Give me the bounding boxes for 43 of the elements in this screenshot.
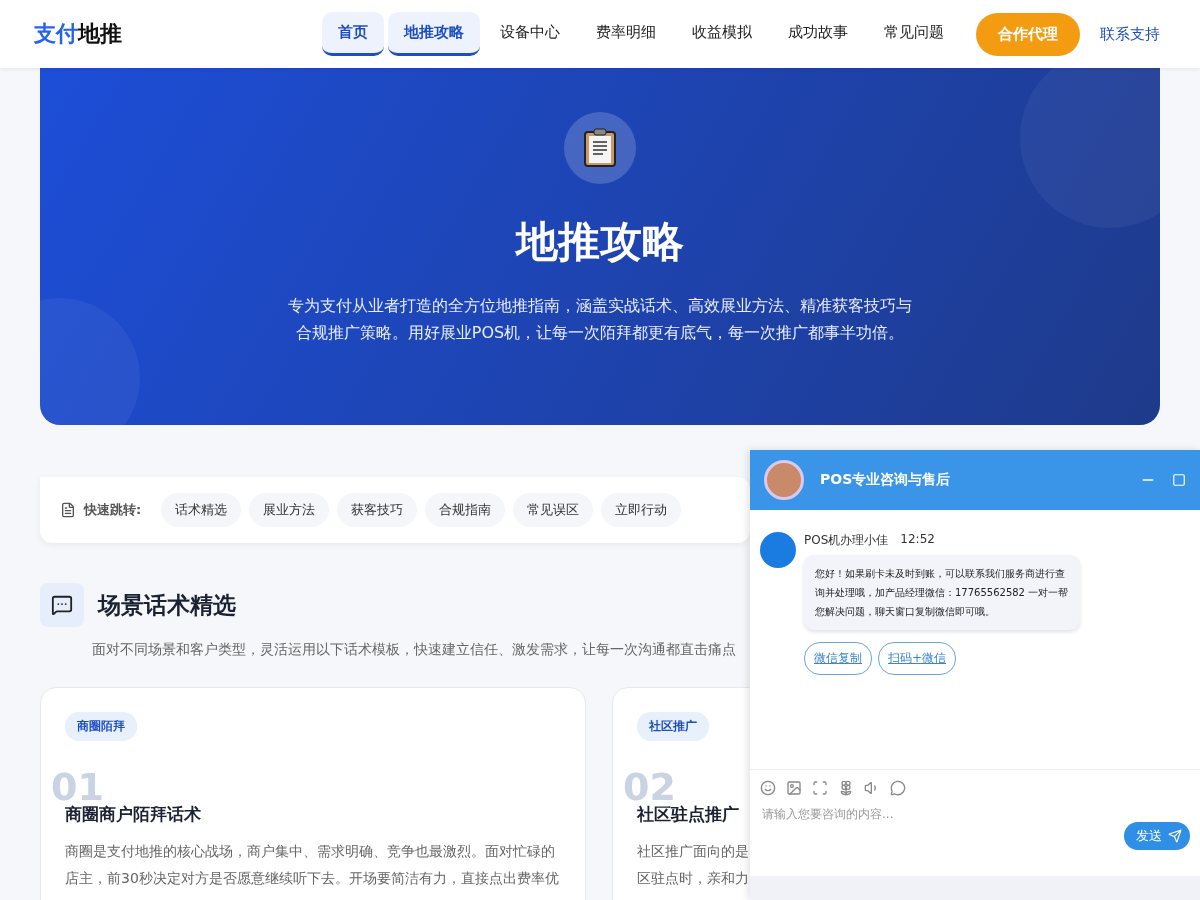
card-title: 社区驻点推广 xyxy=(637,803,739,826)
jump-link[interactable]: 合规指南 xyxy=(425,493,506,527)
flower-icon[interactable] xyxy=(838,780,854,796)
support-link[interactable]: 联系支持 xyxy=(1100,24,1160,44)
jump-link[interactable]: 话术精选 xyxy=(161,493,242,527)
nav-link[interactable]: 常见问题 xyxy=(868,12,960,56)
card-tag: 商圈陌拜 xyxy=(65,712,137,741)
card-tag: 社区推广 xyxy=(637,712,709,741)
quick-reply-button[interactable]: 扫码+微信 xyxy=(878,642,957,675)
quick-jump-label: 快速跳转: xyxy=(84,501,142,519)
jump-link[interactable]: 获客技巧 xyxy=(337,493,418,527)
chat-title: POS专业咨询与售后 xyxy=(820,471,951,489)
emoji-icon[interactable] xyxy=(760,780,776,796)
image-icon[interactable] xyxy=(786,780,802,796)
nav-link[interactable]: 成功故事 xyxy=(772,12,864,56)
agent-avatar xyxy=(760,532,796,568)
send-icon xyxy=(1168,829,1182,843)
card-title: 商圈商户陌拜话术 xyxy=(65,803,201,826)
card-text: 社区推广面向的是区驻点时，亲和力 xyxy=(637,842,750,888)
screenshot-icon[interactable] xyxy=(812,780,828,796)
nav-link[interactable]: 设备中心 xyxy=(484,12,576,56)
card-text: 商圈是支付地推的核心战场，商户集中、需求明确、竞争也最激烈。面对忙碌的店主，前30秒决定对方是否愿意继续听下去。开场要简洁有力，直接点出费率优 xyxy=(65,842,560,888)
nav-link[interactable]: 收益模拟 xyxy=(676,12,768,56)
sender-name: POS机办理小佳 xyxy=(804,532,889,549)
section-title: 场景话术精选 xyxy=(98,590,236,620)
site-logo[interactable]: 支付地推 xyxy=(34,19,122,49)
hero-description: 专为支付从业者打造的全方位地推指南，涵盖实战话术、高效展业方法、精准获客技巧与合规推广策略。用好展业POS机，让每一次陌拜都更有底气，每一次推广都事半功倍。 xyxy=(287,295,913,344)
avatar xyxy=(764,460,804,500)
hero-title: 地推攻略 xyxy=(516,216,684,268)
jump-link[interactable]: 常见误区 xyxy=(513,493,594,527)
message-bubble: 您好！如果刷卡未及时到账，可以联系我们服务商进行查询并处理哦，加产品经理微信：17765562582 一对一帮您解决问题，聊天窗口复制微信即可哦。 xyxy=(804,555,1080,630)
chat-bubbles-icon[interactable] xyxy=(890,780,906,796)
nav-link[interactable]: 地推攻略 xyxy=(388,12,480,56)
jump-link[interactable]: 立即行动 xyxy=(601,493,682,527)
nav-link[interactable]: 首页 xyxy=(322,12,384,56)
message-time: 12:52 xyxy=(900,532,935,548)
quick-reply-button[interactable]: 微信复制 xyxy=(804,642,872,675)
section-description: 面对不同场景和客户类型，灵活运用以下话术模板，快速建立信任、激发需求，让每一次沟通都直击痛点 xyxy=(92,641,736,659)
jump-link[interactable]: 展业方法 xyxy=(249,493,330,527)
maximize-icon[interactable] xyxy=(1172,473,1186,487)
document-icon xyxy=(60,502,76,518)
nav-link[interactable]: 费率明细 xyxy=(580,12,672,56)
chat-icon xyxy=(40,583,84,627)
